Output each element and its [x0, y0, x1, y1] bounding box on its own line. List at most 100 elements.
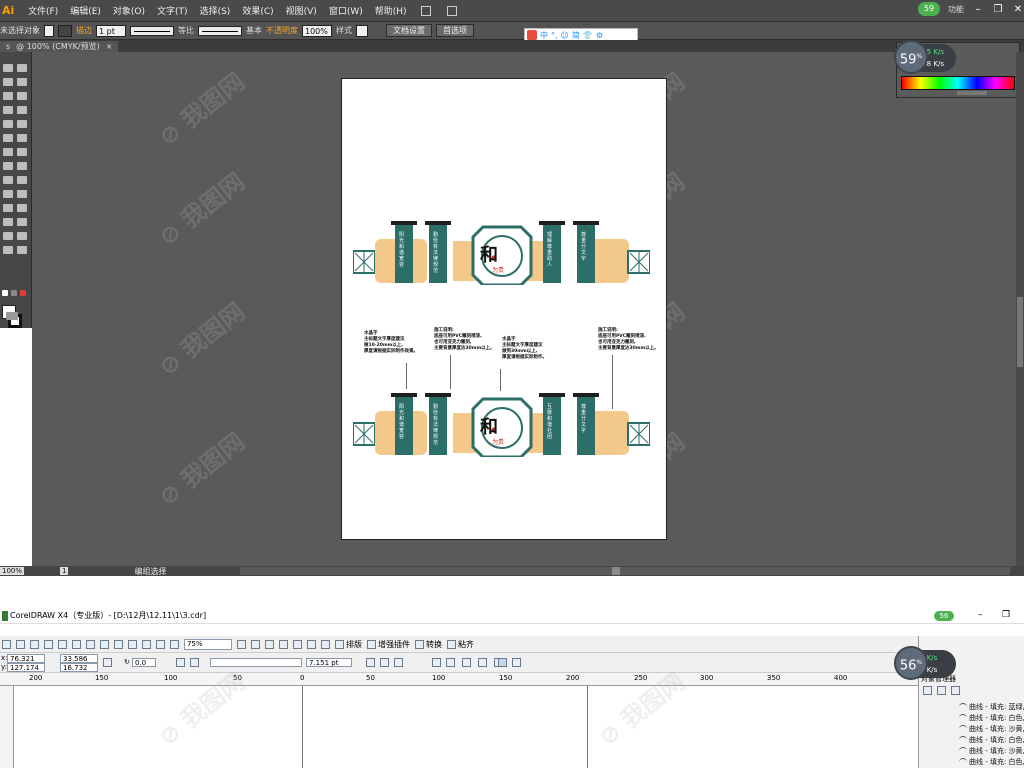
lasso-tool-icon[interactable] [17, 78, 27, 86]
dropcap-icon[interactable] [462, 658, 471, 667]
style-swatch[interactable] [356, 24, 368, 37]
bullet-icon[interactable] [446, 658, 455, 667]
x-field[interactable]: 76.321 mm [7, 654, 45, 671]
gradient-mode-icon[interactable] [11, 290, 17, 296]
cdr-minimize-icon[interactable]: – [978, 610, 983, 620]
paste-icon[interactable] [86, 639, 95, 649]
copy-icon[interactable] [72, 639, 81, 649]
new-icon[interactable] [2, 639, 11, 649]
restore-icon[interactable]: ❐ [992, 4, 1004, 15]
cdr-canvas[interactable] [14, 686, 918, 768]
format-text-icon[interactable] [478, 658, 487, 667]
direct-select-tool-icon[interactable] [17, 64, 27, 72]
horizontal-text-icon[interactable] [498, 658, 507, 667]
height-field[interactable]: 16.732 mm [60, 663, 98, 680]
menu-view[interactable]: 视图(V) [280, 4, 323, 17]
stroke-swatch[interactable] [58, 24, 72, 37]
zoom-tool-icon[interactable] [17, 246, 27, 254]
object-row[interactable]: 曲线 - 填充: 沙黄, 轮 [959, 724, 1024, 734]
zoom-all-icon[interactable] [279, 639, 288, 649]
convert-button[interactable]: 转换 [415, 639, 442, 650]
free-transform-tool-icon[interactable] [17, 162, 27, 170]
tab-document[interactable]: s @ 100% (CMYK/预览) × [0, 41, 119, 52]
align-text-icon[interactable] [432, 658, 441, 667]
minimize-icon[interactable]: – [972, 4, 984, 15]
object-row[interactable]: 曲线 - 填充: 白色, 轮 [959, 757, 1024, 767]
zoom-levels-field[interactable]: 75% [184, 638, 232, 650]
brush-tool-icon[interactable] [3, 120, 13, 128]
opacity-label[interactable]: 不透明度 [266, 25, 298, 36]
vertical-text-icon[interactable] [512, 658, 521, 667]
eyedropper-tool-icon[interactable] [3, 204, 13, 212]
symbol-sprayer-tool-icon[interactable] [3, 218, 13, 226]
zoom-height-icon[interactable] [321, 639, 330, 649]
cdr-vertical-ruler[interactable] [0, 686, 14, 768]
screen-mode-icon[interactable] [6, 312, 18, 320]
hscroll-thumb[interactable] [612, 567, 620, 575]
publish-icon[interactable] [156, 639, 165, 649]
italic-icon[interactable] [380, 658, 389, 667]
object-row[interactable]: 曲线 - 填充: 白色, 轮 [959, 713, 1024, 723]
bold-icon[interactable] [366, 658, 375, 667]
print-icon[interactable] [44, 639, 53, 649]
zoom-out-icon[interactable] [251, 639, 260, 649]
ime-gear-icon[interactable]: ⚙ [596, 31, 603, 40]
opacity-field[interactable]: 100% [302, 24, 332, 37]
selection-tool-icon[interactable] [3, 64, 13, 72]
stroke-label[interactable]: 描边 [76, 25, 92, 36]
pencil-tool-icon[interactable] [17, 120, 27, 128]
object-row[interactable]: 曲线 - 填充: 白色, 轮 [959, 735, 1024, 745]
rectangle-tool-icon[interactable] [17, 106, 27, 114]
bridge-icon[interactable] [420, 5, 431, 16]
save-icon[interactable] [30, 639, 39, 649]
blob-brush-tool-icon[interactable] [3, 134, 13, 142]
menu-help[interactable]: 帮助(H) [369, 4, 413, 17]
menu-type[interactable]: 文字(T) [151, 4, 194, 17]
close-icon[interactable]: ✕ [1012, 4, 1024, 15]
ime-simp[interactable]: 简 [572, 30, 580, 41]
color-spectrum[interactable] [901, 76, 1015, 90]
perspective-tool-icon[interactable] [17, 176, 27, 184]
font-size-field[interactable]: 7.151 pt [306, 658, 352, 667]
export-icon[interactable] [142, 639, 151, 649]
shape-builder-tool-icon[interactable] [3, 176, 13, 184]
width-field[interactable]: 33.586 mm [60, 654, 98, 671]
memory-gauge-cdr[interactable]: 56% [894, 646, 928, 680]
mirror-v-icon[interactable] [190, 658, 199, 667]
stroke-profile-2[interactable] [198, 25, 242, 36]
slice-tool-icon[interactable] [17, 232, 27, 240]
color-mode-icon[interactable] [2, 290, 8, 296]
stroke-weight-field[interactable]: 1 pt [96, 24, 126, 37]
artboard-tool-icon[interactable] [3, 232, 13, 240]
layout-button[interactable]: 排版 [335, 639, 362, 650]
cut-icon[interactable] [58, 639, 67, 649]
redo-icon[interactable] [114, 639, 123, 649]
graph-tool-icon[interactable] [17, 218, 27, 226]
hand-tool-icon[interactable] [3, 246, 13, 254]
zoom-selected-icon[interactable] [265, 639, 274, 649]
workspace-label[interactable]: 功能 [948, 4, 964, 15]
scroll-thumb[interactable] [1017, 297, 1023, 367]
ime-logo-icon[interactable] [527, 30, 537, 40]
underline-icon[interactable] [394, 658, 403, 667]
document-setup-button[interactable]: 文档设置 [386, 24, 432, 37]
menu-window[interactable]: 窗口(W) [323, 4, 369, 17]
zoom-in-icon[interactable] [237, 639, 246, 649]
import-icon[interactable] [128, 639, 137, 649]
none-mode-icon[interactable] [20, 290, 26, 296]
line-tool-icon[interactable] [3, 106, 13, 114]
cdr-horizontal-ruler[interactable]: 200 150 100 50 0 50 100 150 200 250 300 … [0, 673, 918, 686]
docker-view-icon[interactable] [951, 686, 960, 695]
app-launcher-icon[interactable] [170, 639, 179, 649]
stroke-profile-1[interactable] [130, 25, 174, 36]
ime-punct[interactable]: °, [551, 31, 558, 40]
magic-wand-tool-icon[interactable] [3, 78, 13, 86]
menu-edit[interactable]: 编辑(E) [64, 4, 107, 17]
zoom-field[interactable]: 100% [0, 567, 25, 575]
artboard[interactable]: 水晶字 主标题文字厚度建议 做10-20mm以上, 厚度请根据实际制作效果。 施… [341, 78, 667, 540]
object-row[interactable]: 曲线 - 填充: 蓝绿, 轮 [959, 702, 1024, 712]
panel-resize-handle[interactable] [957, 91, 987, 95]
angle-field[interactable]: 0.0 [132, 658, 156, 667]
cdr-restore-icon[interactable]: ❐ [1002, 610, 1010, 620]
undo-icon[interactable] [100, 639, 109, 649]
